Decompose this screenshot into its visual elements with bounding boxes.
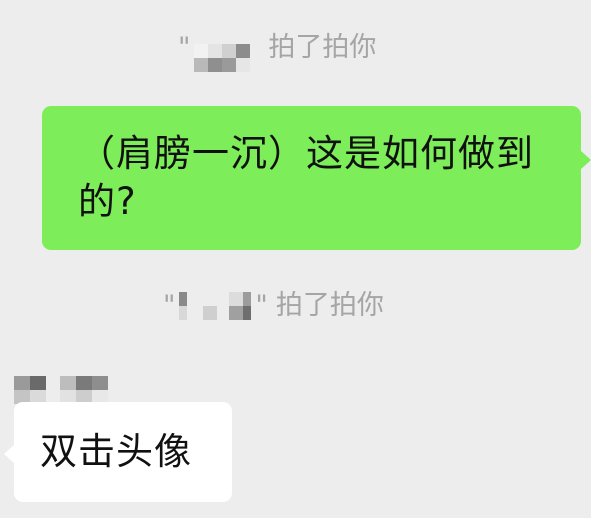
blurred-nickname xyxy=(194,32,251,72)
incoming-message-text: 双击头像 xyxy=(40,430,192,473)
close-quote: " xyxy=(255,290,268,321)
pat-notice: " " 拍了拍你 xyxy=(163,289,384,323)
outgoing-message-text: （肩膀一沉）这是如何做到的? xyxy=(78,132,534,223)
pat-notice: " 拍了拍你 xyxy=(178,24,376,72)
open-quote: " xyxy=(163,290,176,321)
blurred-nickname xyxy=(179,289,252,323)
bubble-tail xyxy=(4,444,15,464)
pat-notice-text: 拍了拍你 xyxy=(268,32,377,63)
sender-nickname-blurred xyxy=(14,376,108,404)
outgoing-message-bubble[interactable]: （肩膀一沉）这是如何做到的? xyxy=(42,106,591,250)
chat-window: " 拍了拍你 （肩膀一沉）这是如何做到的? " " 拍了拍你 双击头像 xyxy=(0,0,591,518)
bubble-tail xyxy=(580,150,591,170)
open-quote: " xyxy=(178,32,191,63)
pat-notice-text: 拍了拍你 xyxy=(275,290,384,321)
incoming-message-bubble[interactable]: 双击头像 xyxy=(4,402,232,502)
